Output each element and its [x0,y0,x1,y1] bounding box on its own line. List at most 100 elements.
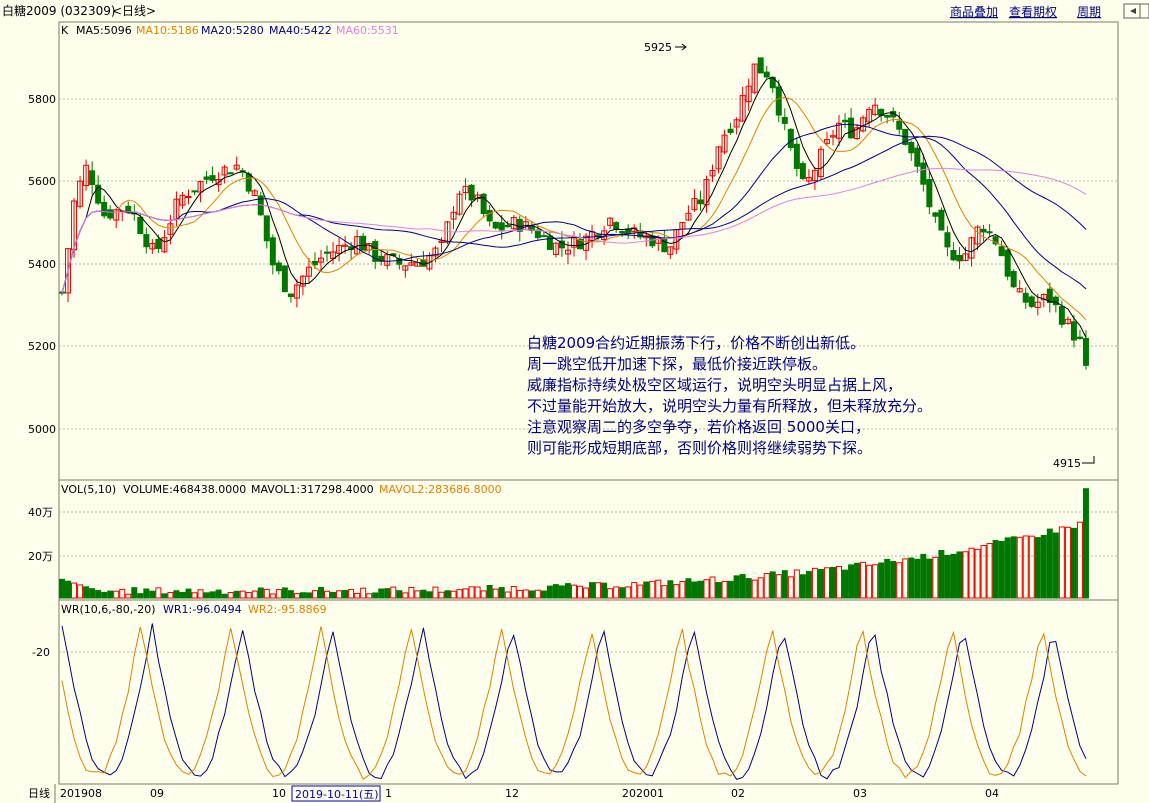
header-bar: 白糖2009 (032309) <日线> 商品叠加 查看期权 周期 [2,3,1149,19]
wr1-value: WR1:-96.0494 [163,603,242,616]
volume-value: VOLUME:468438.0000 [123,483,246,496]
volume-bar [589,582,596,599]
commentary-line: 则可能形成短期底部，否则价格则将继续弱势下探。 [527,439,872,457]
volume-bar [305,592,312,599]
volume-bar [1016,536,1023,599]
volume-bar [65,580,72,599]
window-menu-icon[interactable] [1139,3,1149,19]
volume-bar [203,592,210,599]
volume-bar [878,562,885,599]
volume-bar [944,555,951,599]
volume-bar [745,578,752,599]
candle-body [227,172,234,175]
volume-bar [239,590,246,599]
commentary-line: 周一跳空低开加速下探，最低价接近跌停板。 [527,355,827,373]
cursor-date-box[interactable]: 2019-10-11(五) [291,785,381,802]
volume-bar [601,582,608,599]
volume-bar [89,588,96,599]
volume-bar [649,580,656,599]
volume-bar [311,590,318,599]
candle-body [1058,306,1065,325]
expand-icon[interactable] [1123,3,1141,19]
x-tick: 03 [853,787,867,800]
volume-bar [408,586,415,599]
volume-bar [1058,526,1065,599]
volume-bar [787,576,794,599]
futures-chart[interactable]: 白糖2009 (032309) <日线> 商品叠加 查看期权 周期 5800 5… [0,0,1149,803]
candle-body [191,190,198,193]
volume-bar [1034,537,1041,599]
volume-bar [498,587,505,599]
candle-body [998,246,1005,257]
volume-tick: 20万 [28,550,53,563]
volume-bar [402,592,409,599]
candle-body [842,119,849,123]
volume-bar [607,588,614,599]
volume-bar [643,581,650,599]
candle-body [956,254,963,262]
volume-bar [480,590,487,599]
x-tick: 04 [985,787,999,800]
volume-bar [956,551,963,599]
volume-bar [528,590,535,599]
volume-bar [992,539,999,599]
candle-body [281,265,288,293]
price-tick: 5800 [28,93,56,106]
volume-bar [763,572,770,599]
view-options-link[interactable]: 查看期权 [1009,5,1057,19]
volume-bar [908,557,915,599]
candle-body [938,209,945,231]
commentary-line: 不过量能开始放大，说明空头力量有所释放，但未释放充分。 [527,397,932,415]
volume-bar [83,586,90,599]
volume-bar [209,591,216,599]
volume-bar [299,592,306,599]
candle-body [420,259,427,267]
volume-bar [926,558,933,599]
candle-body [143,234,150,248]
overlay-commodity-link[interactable]: 商品叠加 [950,4,998,19]
volume-bar [860,561,867,599]
candle-body [492,221,499,229]
candle-body [203,176,210,180]
volume-bar [938,549,945,599]
volume-bar [516,589,523,599]
candle-body [944,232,951,248]
candle-body [324,251,331,254]
low-marker: 4915 [1053,456,1095,470]
volume-bar [336,590,343,599]
price-tick: 5600 [28,175,56,188]
candle-body [185,196,192,199]
volume-bar [637,584,644,599]
volume-bar [197,589,204,599]
ma5-line [61,77,1087,338]
volume-bar [823,567,830,599]
candle-body [757,57,764,74]
volume-bar [107,590,114,599]
volume-bar [450,590,457,599]
ma60-line [61,167,1087,294]
volume-bar [348,589,355,599]
volume-bar [354,592,361,599]
volume-bar [577,585,584,599]
volume-bar [872,564,879,599]
volume-bar [842,569,849,599]
volume-bar [733,575,740,599]
volume-bar [324,590,331,599]
volume-bar [775,574,782,599]
candle-body [595,234,602,237]
volume-bar [245,592,252,599]
candle-body [950,249,957,261]
candle-body [101,201,108,217]
volume-bar [1010,536,1017,599]
period-link[interactable]: 周期 [1077,5,1101,19]
candle-body [486,210,493,222]
volume-bar [173,590,180,599]
x-axis-prefix: 日线 [28,786,50,800]
ma10-line [61,96,1087,321]
volume-bar [221,593,228,599]
wr-legend: WR(10,6,-80,-20) WR1:-96.0494 WR2:-95.88… [61,603,327,616]
volume-bar [510,586,517,599]
volume-bar [155,587,162,599]
volume-bar [257,587,264,599]
volume-bar [769,571,776,599]
